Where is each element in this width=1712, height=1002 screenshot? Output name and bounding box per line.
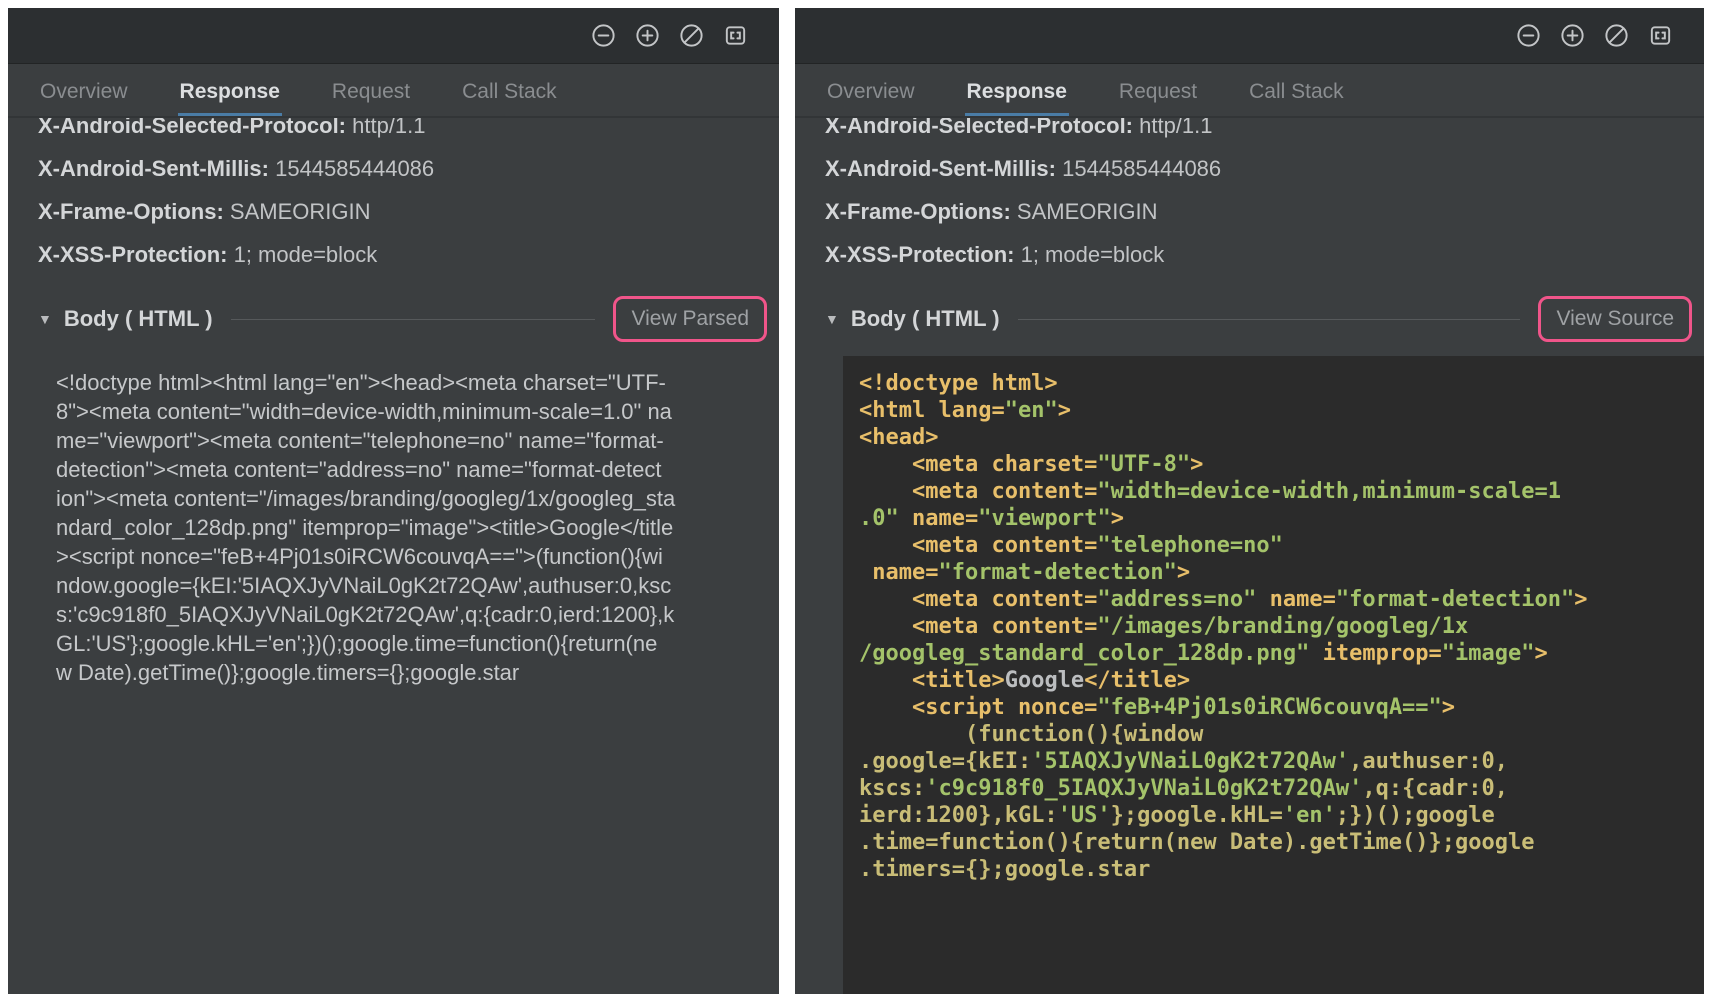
header-value: SAMEORIGIN [224,199,371,224]
response-header-row: X-Android-Selected-Protocol: http/1.1 [825,118,1704,147]
tab-bar: Overview Response Request Call Stack [795,64,1704,118]
header-name: X-Android-Selected-Protocol: [825,118,1133,138]
header-name: X-XSS-Protection: [38,242,227,267]
code-line: <meta content="width=device-width,minimu… [859,478,1704,505]
code-line: ierd:1200},kGL:'US'};google.kHL='en';})(… [859,802,1704,829]
body-section-label: Body ( HTML ) [851,306,1000,332]
raw-body-text: <!doctype html><html lang="en"><head><me… [56,368,739,687]
divider [231,319,596,320]
response-content: X-Android-Selected-Protocol: http/1.1X-A… [8,118,779,994]
header-name: X-Android-Sent-Millis: [38,156,269,181]
code-line: <head> [859,424,1704,451]
header-value: 1544585444086 [269,156,434,181]
tab-response[interactable]: Response [178,68,282,116]
code-line: name="format-detection"> [859,559,1704,586]
header-value: SAMEORIGIN [1011,199,1158,224]
body-section-header: ▼ Body ( HTML ) View Source [825,296,1704,342]
code-line: <script nonce="feB+4Pj01s0iRCW6couvqA=="… [859,694,1704,721]
code-line: <!doctype html> [859,370,1704,397]
body-section-label: Body ( HTML ) [64,306,213,332]
response-content: X-Android-Selected-Protocol: http/1.1X-A… [795,118,1704,994]
code-area: <!doctype html><html lang="en"><head> <m… [843,356,1704,994]
tab-request[interactable]: Request [330,68,412,116]
header-name: X-Android-Sent-Millis: [825,156,1056,181]
code-line: .timers={};google.star [859,856,1704,883]
header-name: X-Frame-Options: [825,199,1011,224]
toolbar [795,8,1704,64]
header-list: X-Android-Selected-Protocol: http/1.1X-A… [825,118,1704,276]
code-line: .0" name="viewport"> [859,505,1704,532]
panel-response-source: Overview Response Request Call Stack X-Andr… [795,8,1704,994]
code-line: .time=function(){return(new Date).getTim… [859,829,1704,856]
reset-zoom-icon[interactable] [1603,22,1630,49]
header-name: X-XSS-Protection: [825,242,1014,267]
response-header-row: X-Android-Selected-Protocol: http/1.1 [38,118,779,147]
header-value: 1; mode=block [1014,242,1164,267]
header-name: X-Android-Selected-Protocol: [38,118,346,138]
header-value: http/1.1 [1133,118,1213,138]
response-header-row: X-XSS-Protection: 1; mode=block [38,233,779,276]
code-line: <meta content="/images/branding/googleg/… [859,613,1704,640]
code-line: <meta content="telephone=no" [859,532,1704,559]
zoom-out-icon[interactable] [590,22,617,49]
view-toggle-button[interactable]: View Parsed [613,296,767,342]
fit-to-screen-icon[interactable] [1647,22,1674,49]
response-header-row: X-Android-Sent-Millis: 1544585444086 [825,147,1704,190]
code-line: <meta content="address=no" name="format-… [859,586,1704,613]
tab-overview[interactable]: Overview [38,68,130,116]
zoom-in-icon[interactable] [1559,22,1586,49]
collapse-triangle-icon[interactable]: ▼ [38,311,52,327]
header-list: X-Android-Selected-Protocol: http/1.1X-A… [38,118,779,276]
source-code: <!doctype html><html lang="en"><head> <m… [859,370,1704,883]
divider [1018,319,1521,320]
code-line: <html lang="en"> [859,397,1704,424]
response-header-row: X-Frame-Options: SAMEORIGIN [38,190,779,233]
zoom-out-icon[interactable] [1515,22,1542,49]
reset-zoom-icon[interactable] [678,22,705,49]
tab-call-stack[interactable]: Call Stack [1247,68,1346,116]
code-line: <title>Google</title> [859,667,1704,694]
code-line: /googleg_standard_color_128dp.png" itemp… [859,640,1704,667]
code-line: .google={kEI:'5IAQXJyVNaiL0gK2t72QAw',au… [859,748,1704,775]
code-line: <meta charset="UTF-8"> [859,451,1704,478]
panel-response-parsed: Overview Response Request Call Stack X-Andr… [8,8,779,994]
response-header-row: X-XSS-Protection: 1; mode=block [825,233,1704,276]
collapse-triangle-icon[interactable]: ▼ [825,311,839,327]
fit-to-screen-icon[interactable] [722,22,749,49]
toolbar [8,8,779,64]
header-value: 1544585444086 [1056,156,1221,181]
zoom-in-icon[interactable] [634,22,661,49]
tab-overview[interactable]: Overview [825,68,917,116]
header-name: X-Frame-Options: [38,199,224,224]
tab-call-stack[interactable]: Call Stack [460,68,559,116]
body-section-header: ▼ Body ( HTML ) View Parsed [38,296,779,342]
code-line: (function(){window [859,721,1704,748]
response-header-row: X-Android-Sent-Millis: 1544585444086 [38,147,779,190]
header-value: 1; mode=block [227,242,377,267]
response-header-row: X-Frame-Options: SAMEORIGIN [825,190,1704,233]
view-toggle-button[interactable]: View Source [1538,296,1692,342]
header-value: http/1.1 [346,118,426,138]
tab-request[interactable]: Request [1117,68,1199,116]
tab-bar: Overview Response Request Call Stack [8,64,779,118]
network-inspector-comparison: Overview Response Request Call Stack X-Andr… [0,0,1712,1002]
tab-response[interactable]: Response [965,68,1069,116]
code-line: kscs:'c9c918f0_5IAQXJyVNaiL0gK2t72QAw',q… [859,775,1704,802]
